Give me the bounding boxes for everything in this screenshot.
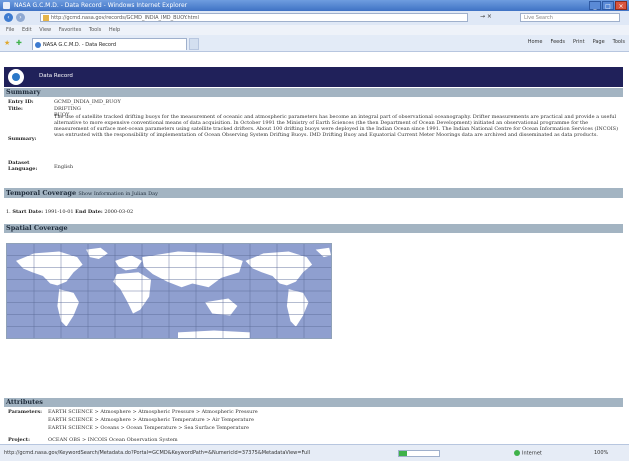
end-date-label: End Date: (75, 209, 103, 215)
status-bar: http://gcmd.nasa.gov/KeywordSearch/Metad… (0, 444, 629, 461)
title-label: Title: (8, 106, 23, 112)
temporal-coverage-title: Temporal Coverage (6, 189, 77, 197)
tools-menu-button[interactable]: Tools (613, 39, 625, 45)
browser-window: NASA G.C.M.D. - Data Record - Windows In… (0, 0, 629, 461)
site-banner: Data Record (4, 67, 623, 87)
page-favicon (43, 15, 49, 21)
menu-view[interactable]: View (39, 27, 51, 33)
print-button[interactable]: Print (573, 39, 585, 45)
menu-favorites[interactable]: Favorites (59, 27, 82, 33)
load-progress-bar (398, 450, 440, 457)
menu-tools[interactable]: Tools (89, 27, 101, 33)
tab-favicon (35, 42, 41, 48)
menu-bar: File Edit View Favorites Tools Help (0, 25, 629, 35)
parameters-label: Parameters: (8, 409, 42, 415)
favorites-star-icon[interactable]: ★ (4, 39, 12, 47)
world-map[interactable] (6, 243, 332, 339)
security-zone: Internet (514, 450, 542, 457)
feeds-button[interactable]: Feeds (551, 39, 566, 45)
parameter-item[interactable]: EARTH SCIENCE > Oceans > Ocean Temperatu… (48, 425, 249, 431)
zoom-level[interactable]: 100% (594, 450, 608, 456)
back-icon[interactable]: ‹ (4, 13, 13, 22)
start-date-value: 1991-10-01 (44, 209, 74, 215)
entry-id-label: Entry ID: (8, 99, 34, 105)
url-input[interactable]: http://gcmd.nasa.gov/records/GCMD_INDIA_… (40, 13, 468, 22)
banner-title: Data Record (39, 73, 73, 79)
summary-text: The use of satellite tracked drifting bu… (54, 114, 619, 138)
title-bar: NASA G.C.M.D. - Data Record - Windows In… (0, 0, 629, 11)
menu-help[interactable]: Help (109, 27, 120, 33)
parameter-item[interactable]: EARTH SCIENCE > Atmosphere > Atmospheric… (48, 417, 254, 423)
window-controls: _ □ × (589, 1, 627, 10)
start-date-label: Start Date: (12, 209, 44, 215)
command-bar: Home Feeds Print Page Tools (528, 39, 625, 45)
minimize-button[interactable]: _ (589, 1, 601, 10)
menu-edit[interactable]: Edit (22, 27, 32, 33)
window-title: NASA G.C.M.D. - Data Record - Windows In… (14, 2, 188, 9)
menu-file[interactable]: File (6, 27, 14, 33)
temporal-coverage-header: Temporal Coverage Show Information in Ju… (4, 188, 623, 198)
tab-active[interactable]: NASA G.C.M.D. - Data Record (32, 38, 187, 50)
address-bar: ‹ › http://gcmd.nasa.gov/records/GCMD_IN… (0, 11, 629, 26)
project-value[interactable]: OCEAN OBS > INCOIS Ocean Observation Sys… (48, 437, 178, 443)
language-value: English (54, 164, 74, 170)
home-button[interactable]: Home (528, 39, 543, 45)
project-label: Project: (8, 437, 30, 443)
gcmd-logo-icon (8, 69, 24, 85)
url-text: http://gcmd.nasa.gov/records/GCMD_INDIA_… (51, 15, 199, 21)
page-content: Data Record Summary Entry ID: GCMD_INDIA… (0, 52, 629, 444)
internet-zone-icon (514, 450, 520, 456)
add-favorite-icon[interactable]: ✚ (16, 39, 24, 47)
page-menu-button[interactable]: Page (593, 39, 605, 45)
entry-id-value: GCMD_INDIA_IMD_BUOY (54, 99, 121, 105)
close-button[interactable]: × (615, 1, 627, 10)
attributes-header: Attributes (4, 398, 623, 407)
security-zone-label: Internet (522, 450, 542, 457)
refresh-stop-buttons[interactable]: → × (480, 13, 492, 20)
tab-bar: ★ ✚ NASA G.C.M.D. - Data Record Home Fee… (0, 35, 629, 52)
search-input[interactable]: Live Search (520, 13, 620, 22)
load-progress-fill (399, 451, 407, 456)
julian-day-link[interactable]: Show Information in Julian Day (78, 191, 158, 197)
end-date-value: 2000-03-02 (104, 209, 134, 215)
maximize-button[interactable]: □ (602, 1, 614, 10)
new-tab-button[interactable] (189, 38, 199, 50)
forward-icon[interactable]: › (16, 13, 25, 22)
summary-header: Summary (4, 88, 623, 97)
status-url: http://gcmd.nasa.gov/KeywordSearch/Metad… (4, 450, 310, 456)
summary-label: Summary: (8, 136, 37, 142)
tab-label: NASA G.C.M.D. - Data Record (43, 42, 117, 48)
language-label: Dataset Language: (8, 160, 38, 172)
parameter-item[interactable]: EARTH SCIENCE > Atmosphere > Atmospheric… (48, 409, 258, 415)
ie-logo-icon (3, 2, 10, 9)
temporal-dates: 1. Start Date: 1991-10-01 End Date: 2000… (6, 209, 133, 215)
spatial-coverage-header: Spatial Coverage (4, 224, 623, 233)
